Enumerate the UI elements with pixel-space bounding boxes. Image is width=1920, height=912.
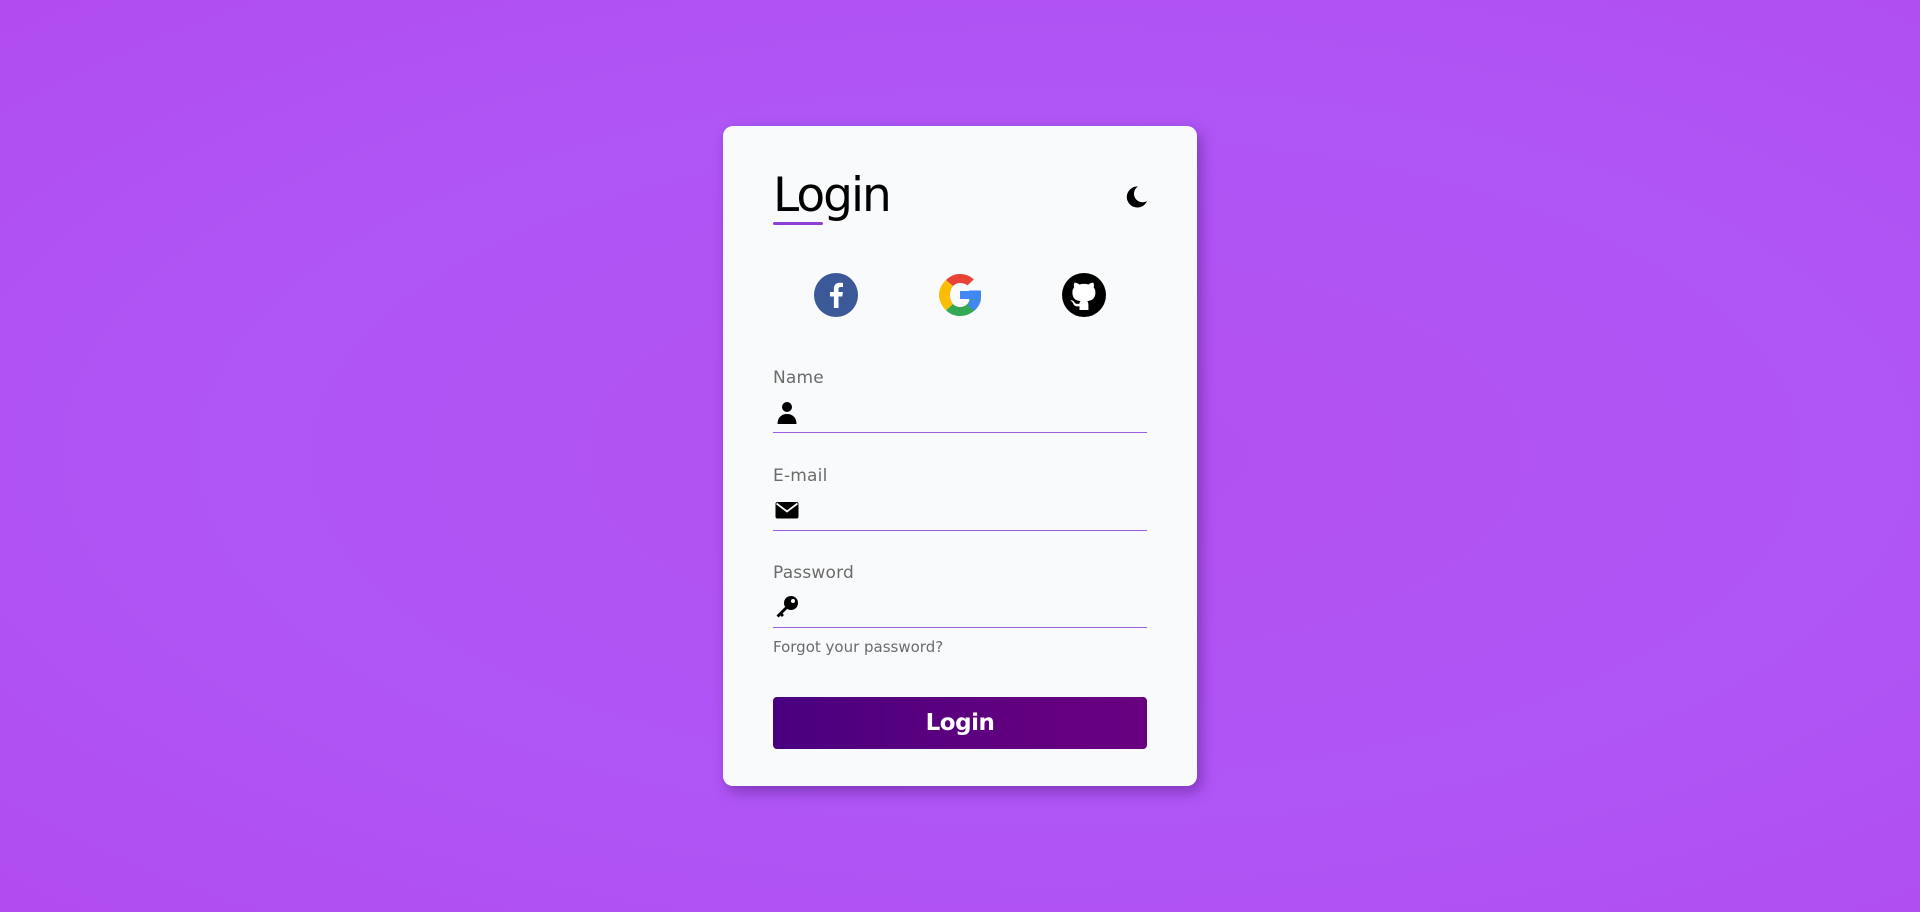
email-input-row — [773, 494, 1149, 531]
name-label: Name — [773, 368, 824, 388]
key-icon — [776, 596, 798, 618]
password-field: Password — [773, 563, 1149, 628]
user-icon — [777, 402, 797, 424]
email-input[interactable] — [809, 494, 1149, 530]
password-input-row — [773, 591, 1149, 628]
forgot-password-link[interactable]: Forgot your password? — [773, 638, 943, 656]
email-label: E-mail — [773, 466, 828, 486]
password-label: Password — [773, 563, 855, 583]
password-input[interactable] — [809, 591, 1149, 627]
name-input-row — [773, 396, 1149, 433]
envelope-icon — [775, 502, 799, 519]
name-input[interactable] — [809, 396, 1149, 432]
login-submit-button[interactable]: Login — [773, 697, 1147, 749]
email-field: E-mail — [773, 466, 1149, 531]
form-area: Name E-mail Password Forgot your passwor… — [723, 126, 1197, 786]
name-field: Name — [773, 368, 1149, 433]
